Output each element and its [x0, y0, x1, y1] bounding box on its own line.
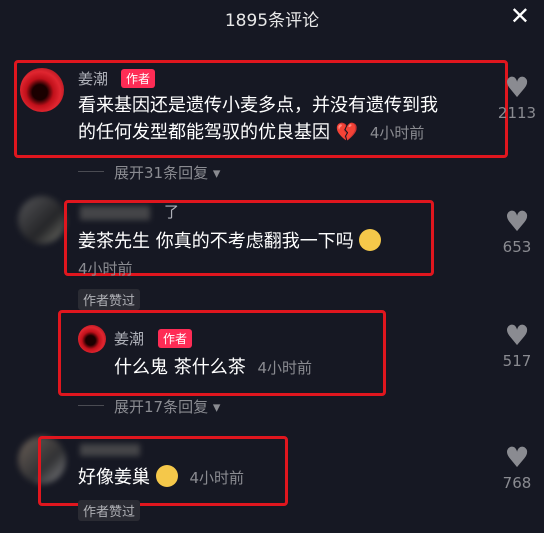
comment-time: 4小时前: [189, 469, 245, 487]
pleading-face-emoji: [359, 229, 382, 251]
comment-author-name[interactable]: 姜潮: [78, 68, 108, 89]
highlight-box-3: [58, 310, 386, 396]
chevron-down-icon: ▾: [208, 398, 221, 416]
comment-text-line-1: 看来基因还是遗传小麦多点，并没有遗传到我: [78, 95, 438, 116]
comment-author-name[interactable]: 姜潮: [114, 328, 144, 349]
liked-by-author-badge: 作者赞过: [78, 500, 141, 521]
comment-time: 4小时前: [257, 359, 313, 377]
divider: [78, 405, 104, 406]
heart-icon[interactable]: ♥: [492, 208, 542, 236]
comment-text: 什么鬼 茶什么茶 4小时前: [114, 357, 313, 378]
broken-heart-emoji: 💔: [335, 122, 359, 143]
like-count: 768: [502, 474, 532, 492]
heart-icon[interactable]: ♥: [492, 74, 542, 102]
surprised-face-emoji: [155, 465, 178, 487]
comment-text: 好像姜巢 4小时前: [78, 465, 245, 488]
chevron-down-icon: ▾: [208, 164, 221, 182]
author-badge: 作者: [121, 69, 156, 88]
expand-replies-button[interactable]: 展开17条回复 ▾: [114, 396, 220, 417]
author-badge: 作者: [158, 329, 193, 348]
heart-icon[interactable]: ♥: [492, 444, 542, 472]
expand-replies-button[interactable]: 展开31条回复 ▾: [114, 162, 220, 183]
comment-text: 姜茶先生 你真的不考虑翻我一下吗: [78, 228, 382, 255]
liked-by-author-badge: 作者赞过: [78, 289, 141, 310]
close-icon[interactable]: ✕: [510, 2, 530, 30]
like-count: 517: [502, 352, 532, 370]
comment-text-line-2: 的任何发型都能驾驭的优良基因 💔 4小时前: [78, 122, 425, 143]
comment-time: 4小时前: [78, 260, 133, 278]
avatar[interactable]: [20, 68, 64, 112]
comment-time: 4小时前: [369, 124, 425, 142]
heart-icon[interactable]: ♥: [492, 322, 542, 350]
like-count: 653: [502, 238, 532, 256]
divider: [78, 171, 104, 172]
avatar[interactable]: [18, 196, 66, 244]
like-count: 2113: [497, 104, 537, 122]
avatar[interactable]: [78, 325, 106, 353]
comment-count-title: 1895条评论: [224, 11, 320, 31]
